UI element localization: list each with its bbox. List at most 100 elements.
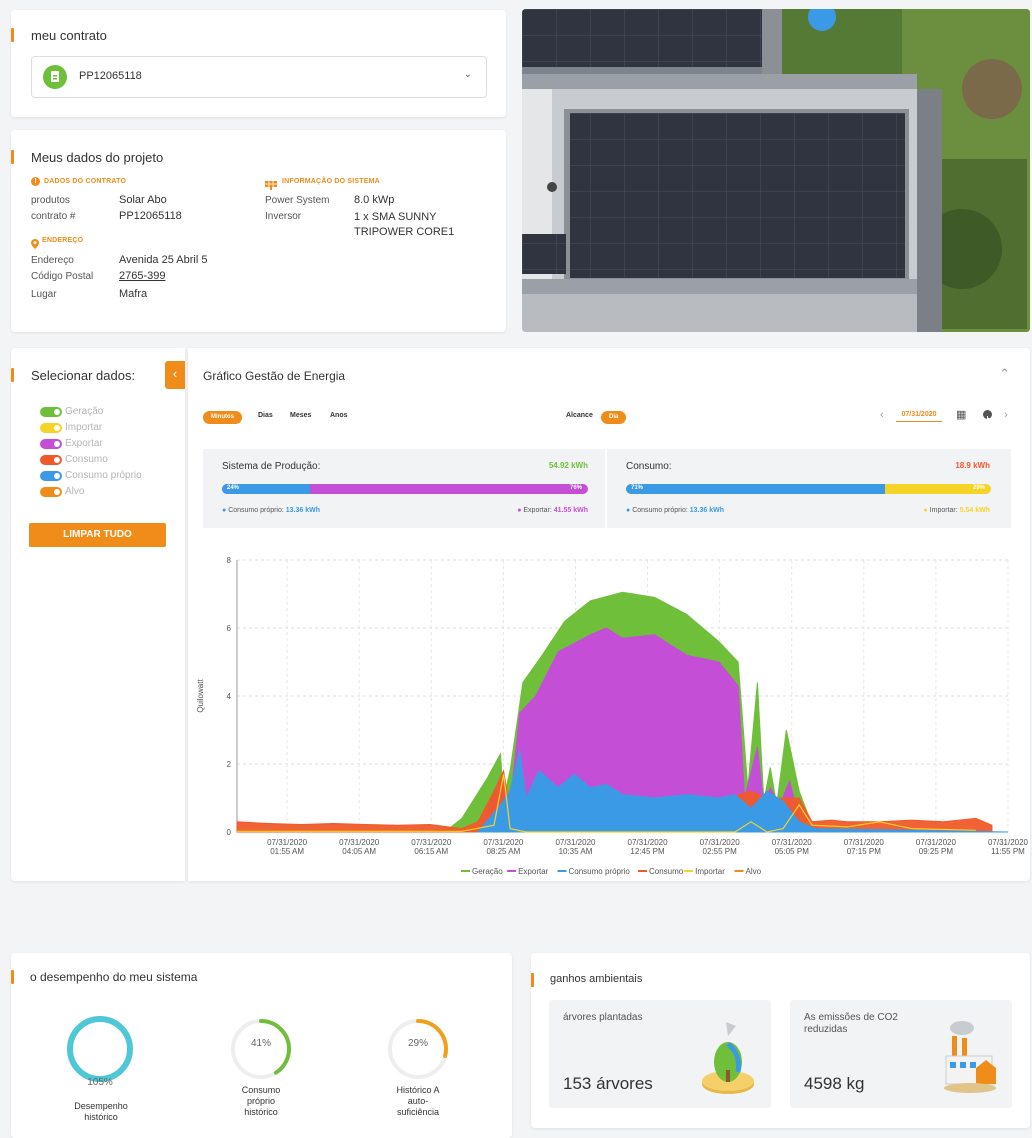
energy-area-chart[interactable]: 0246807/31/202001:55 AM07/31/202004:05 A…	[188, 548, 1030, 881]
energy-chart-card: Gráfico Gestão de Energia ⌃ Minutos Dias…	[188, 348, 1030, 881]
data-selector-panel: Selecionar dados: ‹ Geração Importar Exp…	[11, 348, 185, 881]
gauge-label-line: Histórico A	[396, 1085, 440, 1095]
clock-icon[interactable]	[983, 410, 992, 419]
location-pin-icon	[31, 236, 39, 249]
endereco-value: Avenida 25 Abril 5	[119, 254, 208, 266]
produtos-label: produtos	[31, 195, 70, 206]
solar-panel-icon	[265, 177, 277, 190]
toggle-importar[interactable]	[40, 423, 62, 433]
tab-dias[interactable]: Dias	[258, 412, 273, 419]
legend-value: 13.36 kWh	[689, 507, 725, 514]
legend-label: Consumo próprio:	[228, 507, 284, 514]
collapse-panel-button[interactable]: ‹	[165, 361, 185, 389]
toggle-label: Importar	[65, 422, 103, 433]
consumption-bar: 71% 29%	[626, 484, 991, 494]
section-marker	[11, 150, 14, 164]
next-date-button[interactable]: ›	[1004, 409, 1008, 421]
document-icon	[43, 65, 67, 89]
contract-select-value: PP12065118	[79, 70, 142, 82]
gauge-value-autossuficiencia: 29%	[407, 1038, 428, 1049]
section-marker	[11, 970, 14, 984]
consumption-total: 18.9 kWh	[955, 461, 990, 470]
tab-meses[interactable]: Meses	[290, 412, 311, 419]
legend-label: Alvo	[746, 867, 762, 876]
lugar-label: Lugar	[31, 289, 57, 300]
postal-value-link[interactable]: 2765-399	[119, 270, 166, 282]
x-tick-label: 05:05 PM	[775, 847, 810, 856]
selector-title: Selecionar dados:	[31, 368, 136, 383]
range-select[interactable]: Dia	[601, 411, 627, 424]
y-tick-label: 0	[227, 828, 232, 837]
x-tick-label: 10:35 AM	[559, 847, 593, 856]
clear-all-button[interactable]: LIMPAR TUDO	[29, 523, 166, 547]
calendar-icon[interactable]: ▦	[956, 408, 966, 421]
x-tick-label: 07/31/2020	[772, 838, 813, 847]
gauge-label-line: próprio	[246, 1096, 275, 1106]
legend-label: Geração	[472, 867, 503, 876]
chevron-down-icon: ⌄	[463, 69, 472, 80]
gauge-label-historico: Desempenho histórico	[51, 1101, 151, 1123]
section-marker	[11, 368, 14, 382]
environment-title: ganhos ambientais	[550, 973, 643, 985]
contract-card: meu contrato PP12065118 ⌄	[11, 10, 506, 117]
x-tick-label: 07/31/2020	[844, 838, 885, 847]
gauge-label-line: histórico	[244, 1107, 278, 1117]
energy-title: Gráfico Gestão de Energia	[203, 369, 346, 383]
contract-title: meu contrato	[31, 28, 107, 43]
consumption-left-legend: ● Consumo próprio: 13.36 kWh	[626, 507, 725, 514]
address-section-heading: ENDEREÇO	[42, 237, 84, 244]
x-tick-label: 01:55 AM	[270, 847, 304, 856]
x-tick-label: 07/31/2020	[339, 838, 380, 847]
x-tick-label: 07/31/2020	[916, 838, 957, 847]
production-summary: Sistema de Produção: 54.92 kWh 24% 76% ●…	[203, 449, 605, 528]
x-tick-label: 04:05 AM	[342, 847, 376, 856]
legend-label: Exportar:	[523, 507, 552, 514]
production-title: Sistema de Produção:	[222, 461, 321, 472]
legend-label: Importar:	[929, 507, 958, 514]
toggle-label: Geração	[65, 406, 104, 417]
contract-section-heading: DADOS DO CONTRATO	[44, 178, 127, 185]
toggle-geracao[interactable]	[40, 407, 62, 417]
toggle-consumo[interactable]	[40, 455, 62, 465]
date-input[interactable]: 07/31/2020	[896, 411, 942, 422]
prev-date-button[interactable]: ‹	[880, 409, 884, 421]
system-photo	[522, 9, 1030, 332]
gauge-label-autossuficiencia: Histórico A auto- suficiência	[368, 1085, 468, 1118]
toggle-consumo-proprio[interactable]	[40, 471, 62, 481]
toggle-exportar[interactable]	[40, 439, 62, 449]
system-section-heading: INFORMAÇÃO DO SISTEMA	[282, 178, 380, 185]
co2-label: As emissões de CO2 reduzidas	[804, 1012, 898, 1035]
performance-title: o desempenho do meu sistema	[30, 970, 198, 984]
x-tick-label: 02:55 PM	[703, 847, 738, 856]
gauge-label-line: Consumo	[241, 1085, 281, 1095]
collapse-chevron-icon[interactable]: ⌃	[999, 366, 1010, 382]
environment-card: ganhos ambientais árvores plantadas 153 …	[531, 953, 1030, 1128]
gauge-value-historico: 105%	[87, 1077, 113, 1088]
legend-label: Consumo	[649, 867, 684, 876]
x-tick-label: 07/31/2020	[555, 838, 596, 847]
y-tick-label: 4	[227, 692, 232, 701]
section-marker	[11, 28, 14, 42]
gauge-label-line: histórico	[84, 1112, 118, 1122]
x-tick-label: 07/31/2020	[411, 838, 452, 847]
gauge-label-line: Desempenho	[74, 1101, 128, 1111]
toggle-label: Alvo	[65, 486, 85, 497]
production-left-pct: 24%	[227, 485, 240, 491]
toggle-label: Consumo próprio	[65, 470, 142, 481]
toggle-alvo[interactable]	[40, 487, 62, 497]
tab-anos[interactable]: Anos	[330, 412, 348, 419]
consumption-title: Consumo:	[626, 461, 672, 472]
tree-icon	[702, 1022, 754, 1094]
consumption-left-pct: 71%	[631, 485, 644, 491]
x-tick-label: 07/31/2020	[628, 838, 669, 847]
consumption-bar-self	[626, 484, 886, 494]
legend-label: Exportar	[518, 867, 549, 876]
production-right-legend: ● Exportar: 41.55 kWh	[517, 507, 588, 514]
production-left-legend: ● Consumo próprio: 13.36 kWh	[222, 507, 321, 514]
y-tick-label: 2	[227, 760, 232, 769]
gauge-arc	[67, 1016, 133, 1082]
contrato-label: contrato #	[31, 211, 76, 222]
contract-select[interactable]: PP12065118 ⌄	[31, 56, 487, 98]
tab-minutos[interactable]: Minutos	[203, 411, 242, 424]
info-icon: !	[31, 177, 40, 186]
